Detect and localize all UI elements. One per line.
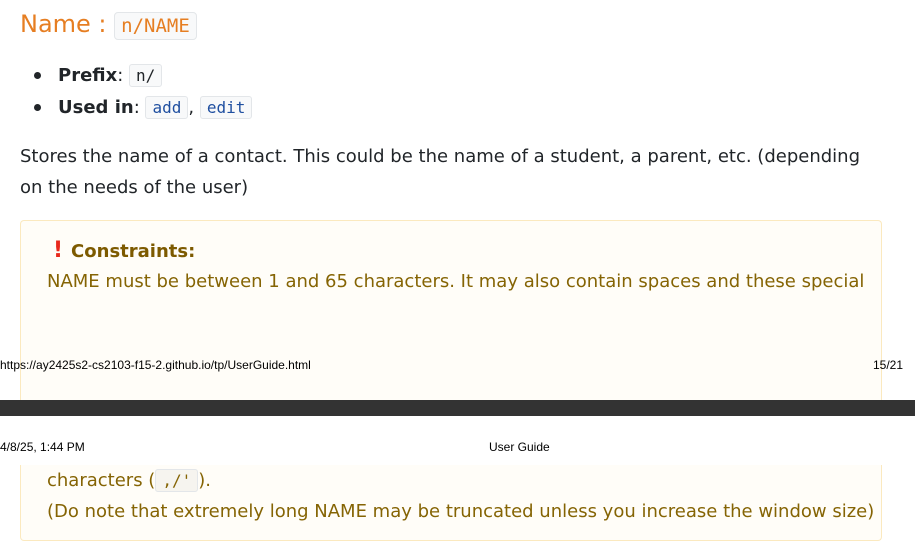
field-heading-code: n/NAME: [114, 12, 197, 40]
print-page-16: 4/8/25, 1:44 PM User Guide characters (,…: [0, 416, 915, 557]
constraints-line-2-prefix: characters (: [47, 470, 156, 491]
edit-command-link[interactable]: edit: [199, 96, 253, 119]
special-characters-code: ,/': [155, 469, 199, 492]
property-used-in: Used in: add, edit: [24, 92, 253, 124]
add-command-link[interactable]: add: [145, 96, 189, 119]
print-footer-url: https://ay2425s2-cs2103-f15-2.github.io/…: [0, 358, 311, 372]
property-list: Prefix: n/ Used in: add, edit: [24, 60, 253, 124]
prefix-code: n/: [129, 64, 163, 87]
field-heading-label: Name :: [20, 10, 115, 38]
print-header-title: User Guide: [489, 440, 550, 454]
print-header-date: 4/8/25, 1:44 PM: [0, 440, 85, 454]
constraints-line-1: NAME must be between 1 and 65 characters…: [47, 271, 865, 292]
property-term: Prefix: [58, 65, 118, 86]
property-term: Used in: [58, 97, 134, 118]
field-heading: Name : n/NAME: [20, 7, 197, 43]
print-footer-page: 15/21: [872, 358, 903, 372]
page-break: [0, 400, 915, 416]
exclamation-icon: !: [53, 238, 64, 263]
print-page-15: Name : n/NAME Prefix: n/ Used in: add, e…: [0, 0, 915, 400]
constraints-box: ! Constraints: NAME must be between 1 and…: [20, 220, 882, 400]
property-separator: :: [133, 97, 146, 118]
constraints-line-3: (Do note that extremely long NAME may be…: [47, 501, 875, 522]
constraints-title: ! Constraints:: [53, 238, 195, 265]
property-prefix: Prefix: n/: [24, 60, 252, 92]
constraints-box-continued: characters (,/'). (Do note that extremel…: [20, 465, 882, 541]
field-description: Stores the name of a contact. This could…: [20, 146, 860, 198]
constraints-line-2: characters (,/').: [47, 465, 211, 496]
constraints-line-2-suffix: ).: [198, 470, 211, 491]
constraints-title-text: Constraints:: [71, 241, 196, 262]
property-separator: :: [117, 65, 130, 86]
